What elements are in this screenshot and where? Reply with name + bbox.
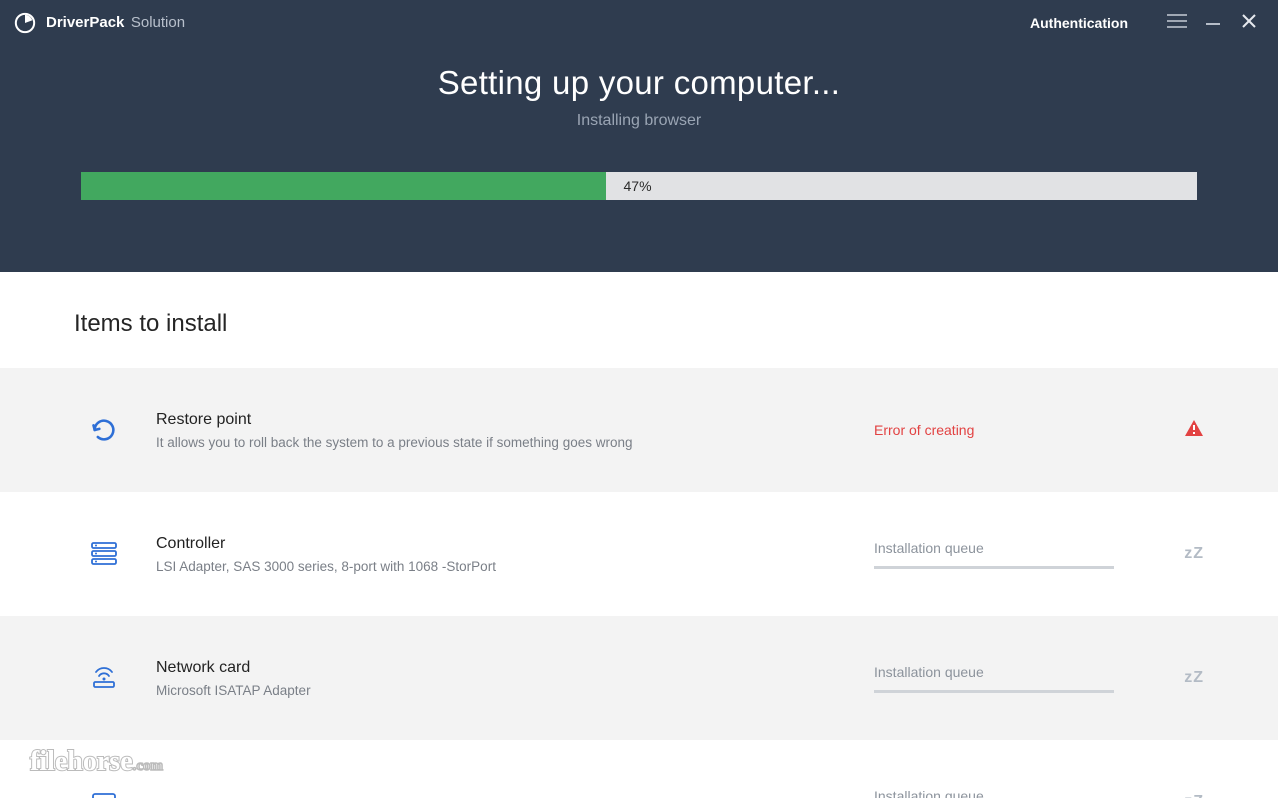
install-item-controller: Controller LSI Adapter, SAS 3000 series,… [0,492,1278,616]
brand-strong: DriverPack [46,14,124,31]
app-logo: DriverPack Solution [14,12,185,34]
brand-text: DriverPack Solution [46,14,185,32]
titlebar: DriverPack Solution Authentication [0,0,1278,46]
section-title-items-to-install: Items to install [0,272,1278,368]
hero-subtitle: Installing browser [0,112,1278,130]
sleep-icon: zZ [1184,545,1204,563]
item-progress-bar [874,566,1114,569]
minimize-button[interactable] [1198,8,1228,38]
progress-label: 47% [606,172,652,200]
menu-button[interactable] [1162,8,1192,38]
controller-icon [86,541,122,567]
close-button[interactable] [1234,8,1264,38]
restore-point-icon [86,416,122,444]
overall-progress-bar: 47% [81,172,1197,200]
item-title: Restore point [156,411,874,429]
hero-title: Setting up your computer... [0,64,1278,102]
driverpack-logo-icon [14,12,36,34]
close-icon [1241,13,1257,34]
item-status-text: Installation queue [874,540,1114,556]
minimize-icon [1204,12,1222,35]
app-window: DriverPack Solution Authentication Se [0,0,1278,798]
sleep-icon: zZ [1184,669,1204,687]
item-description: Microsoft ISATAP Adapter [156,683,874,698]
item-status-text: Installation queue [874,664,1114,680]
install-item-network-card: Network card Microsoft ISATAP Adapter In… [0,616,1278,740]
authentication-link[interactable]: Authentication [1030,15,1128,31]
item-description: It allows you to roll back the system to… [156,435,874,450]
install-item-restore-point: Restore point It allows you to roll back… [0,368,1278,492]
item-title: Controller [156,535,874,553]
hamburger-icon [1167,14,1187,33]
item-title: Network card [156,659,874,677]
setup-hero: Setting up your computer... Installing b… [0,46,1278,272]
item-description: LSI Adapter, SAS 3000 series, 8-port wit… [156,559,874,574]
sleep-icon: zZ [1184,793,1204,798]
install-item-partial: Installation queue zZ [0,740,1278,798]
generic-driver-icon [86,790,122,798]
network-card-icon [86,666,122,690]
progress-fill [81,172,606,200]
item-status-text: Error of creating [874,422,1114,438]
brand-light: Solution [131,14,185,31]
main-content-scroll[interactable]: Setting up your computer... Installing b… [0,46,1278,798]
item-status-text: Installation queue [874,788,1114,798]
item-progress-bar [874,690,1114,693]
warning-icon [1184,419,1204,442]
